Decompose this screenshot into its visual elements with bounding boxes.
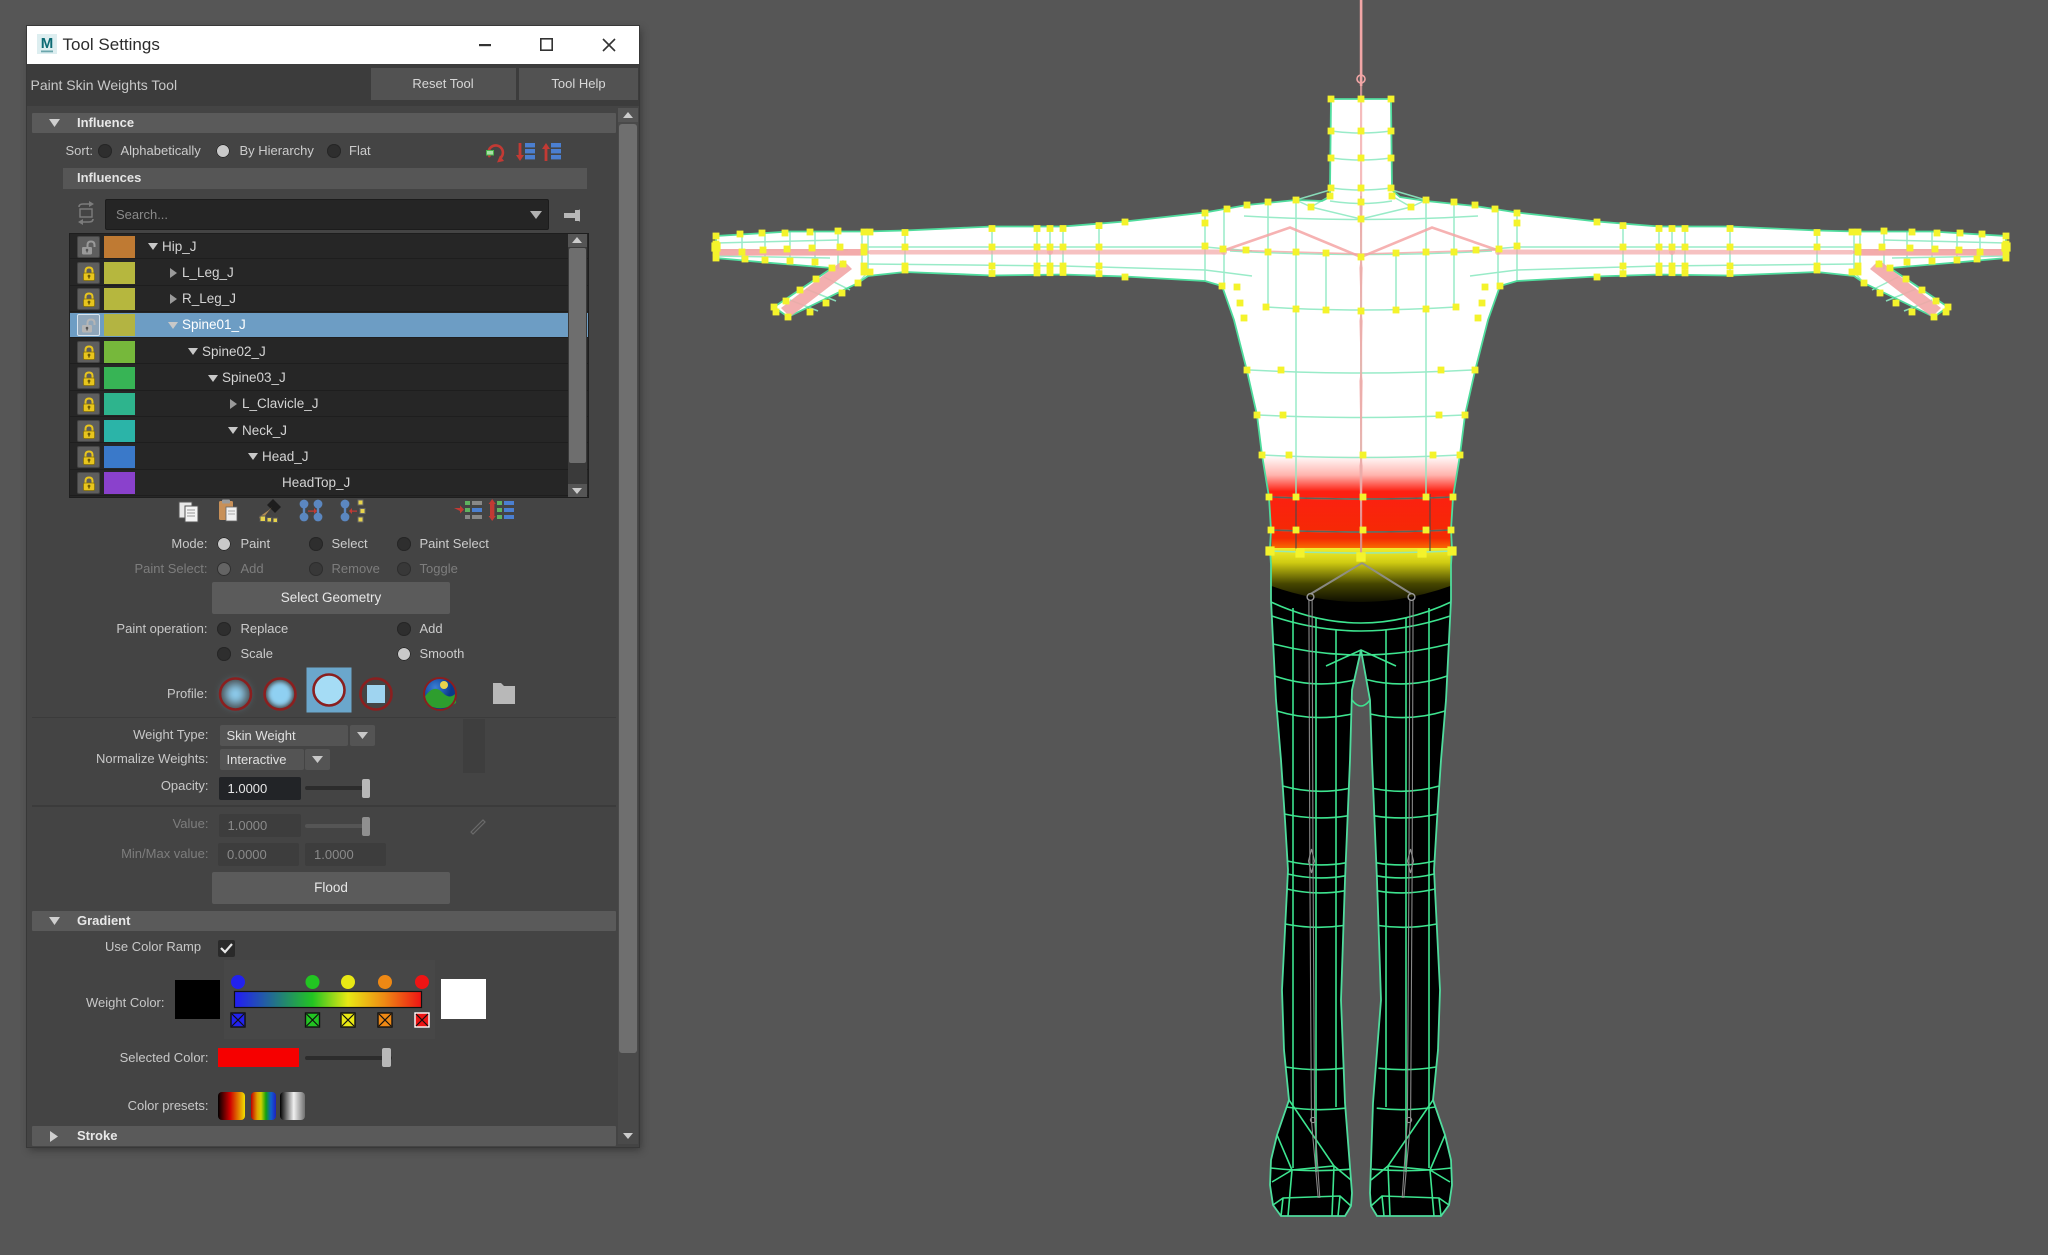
svg-text:M: M (40, 35, 53, 52)
